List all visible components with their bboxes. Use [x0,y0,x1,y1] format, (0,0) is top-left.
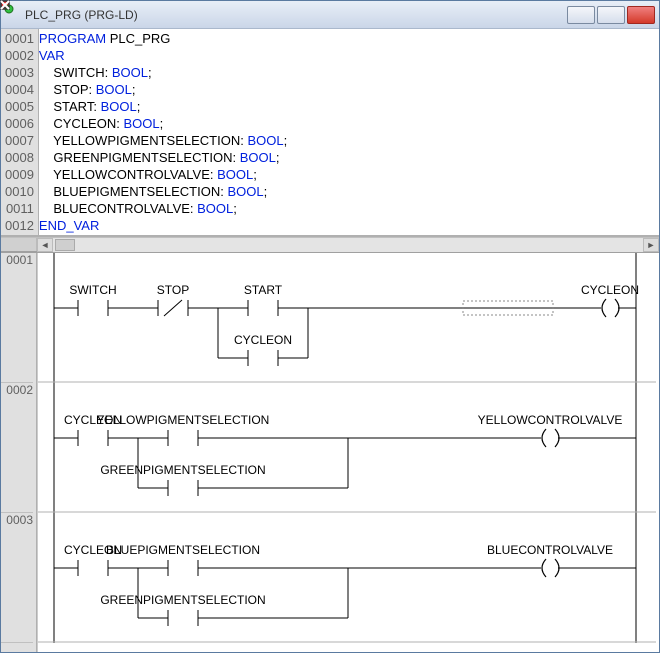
code-line[interactable]: CYCLEON: BOOL; [39,115,659,132]
scroll-left-arrow-icon[interactable]: ◄ [37,238,53,252]
code-line[interactable]: END_VAR [39,217,659,234]
ladder-editor[interactable]: 000100020003 SWITCH STOP START CYCLEON CYCLE… [1,253,659,652]
code-line[interactable]: STOP: BOOL; [39,81,659,98]
line-number: 0010 [3,183,36,200]
window-buttons [567,6,655,24]
line-number: 0001 [3,30,36,47]
coil-left-paren[interactable] [542,429,546,447]
code-line[interactable]: PROGRAM PLC_PRG [39,30,659,47]
rung-number: 0002 [1,383,33,513]
contact-label: GREENPIGMENTSELECTION [100,463,265,477]
rung-number-gutter: 000100020003 [1,253,37,652]
code-line[interactable]: YELLOWPIGMENTSELECTION: BOOL; [39,132,659,149]
code-line[interactable]: GREENPIGMENTSELECTION: BOOL; [39,149,659,166]
contact-label: SWITCH [69,283,116,297]
close-button[interactable] [627,6,655,24]
coil-label: BLUECONTROLVALVE [487,543,613,557]
ladder-canvas[interactable]: SWITCHSTOPSTARTCYCLEONCYCLEONCYCLEONYELL… [37,253,659,652]
line-number-gutter: 0001000200030004000500060007000800090010… [1,29,39,235]
line-number: 0007 [3,132,36,149]
contact-label: BLUEPIGMENTSELECTION [106,543,260,557]
contact-label: START [244,283,283,297]
titlebar[interactable]: PLC_PRG (PRG-LD) [1,1,659,29]
line-number: 0009 [3,166,36,183]
content: 0001000200030004000500060007000800090010… [1,29,659,652]
coil-label: YELLOWCONTROLVALVE [478,413,623,427]
line-number: 0006 [3,115,36,132]
coil-left-paren[interactable] [542,559,546,577]
minimize-button[interactable] [567,6,595,24]
code-line[interactable]: VAR [39,47,659,64]
line-number: 0002 [3,47,36,64]
line-number: 0003 [3,64,36,81]
code-line[interactable]: START: BOOL; [39,98,659,115]
rung-number: 0001 [1,253,33,383]
contact-label: STOP [157,283,189,297]
code-line[interactable]: SWITCH: BOOL; [39,64,659,81]
contact-label: GREENPIGMENTSELECTION [100,593,265,607]
code-lines[interactable]: PROGRAM PLC_PRGVAR SWITCH: BOOL; STOP: B… [39,29,659,235]
code-editor[interactable]: 0001000200030004000500060007000800090010… [1,29,659,237]
line-number: 0008 [3,149,36,166]
line-number: 0004 [3,81,36,98]
line-number: 0005 [3,98,36,115]
window: PLC_PRG (PRG-LD) 00010002000300040005000… [0,0,660,653]
code-line[interactable]: BLUEPIGMENTSELECTION: BOOL; [39,183,659,200]
line-number: 0012 [3,217,36,234]
coil-left-paren[interactable] [602,299,606,317]
scroll-right-arrow-icon[interactable]: ► [643,238,659,252]
rung-number: 0003 [1,513,33,643]
maximize-button[interactable] [597,6,625,24]
contact-label: YELLOWPIGMENTSELECTION [97,413,270,427]
contact-label: CYCLEON [234,333,292,347]
code-line[interactable]: YELLOWCONTROLVALVE: BOOL; [39,166,659,183]
scroll-track[interactable] [53,238,643,252]
code-line[interactable]: BLUECONTROLVALVE: BOOL; [39,200,659,217]
line-number: 0011 [3,200,36,217]
coil-label: CYCLEON [581,283,639,297]
code-hscrollbar[interactable]: ◄ ► [1,237,659,253]
window-title: PLC_PRG (PRG-LD) [25,8,567,22]
scroll-thumb[interactable] [55,239,75,251]
